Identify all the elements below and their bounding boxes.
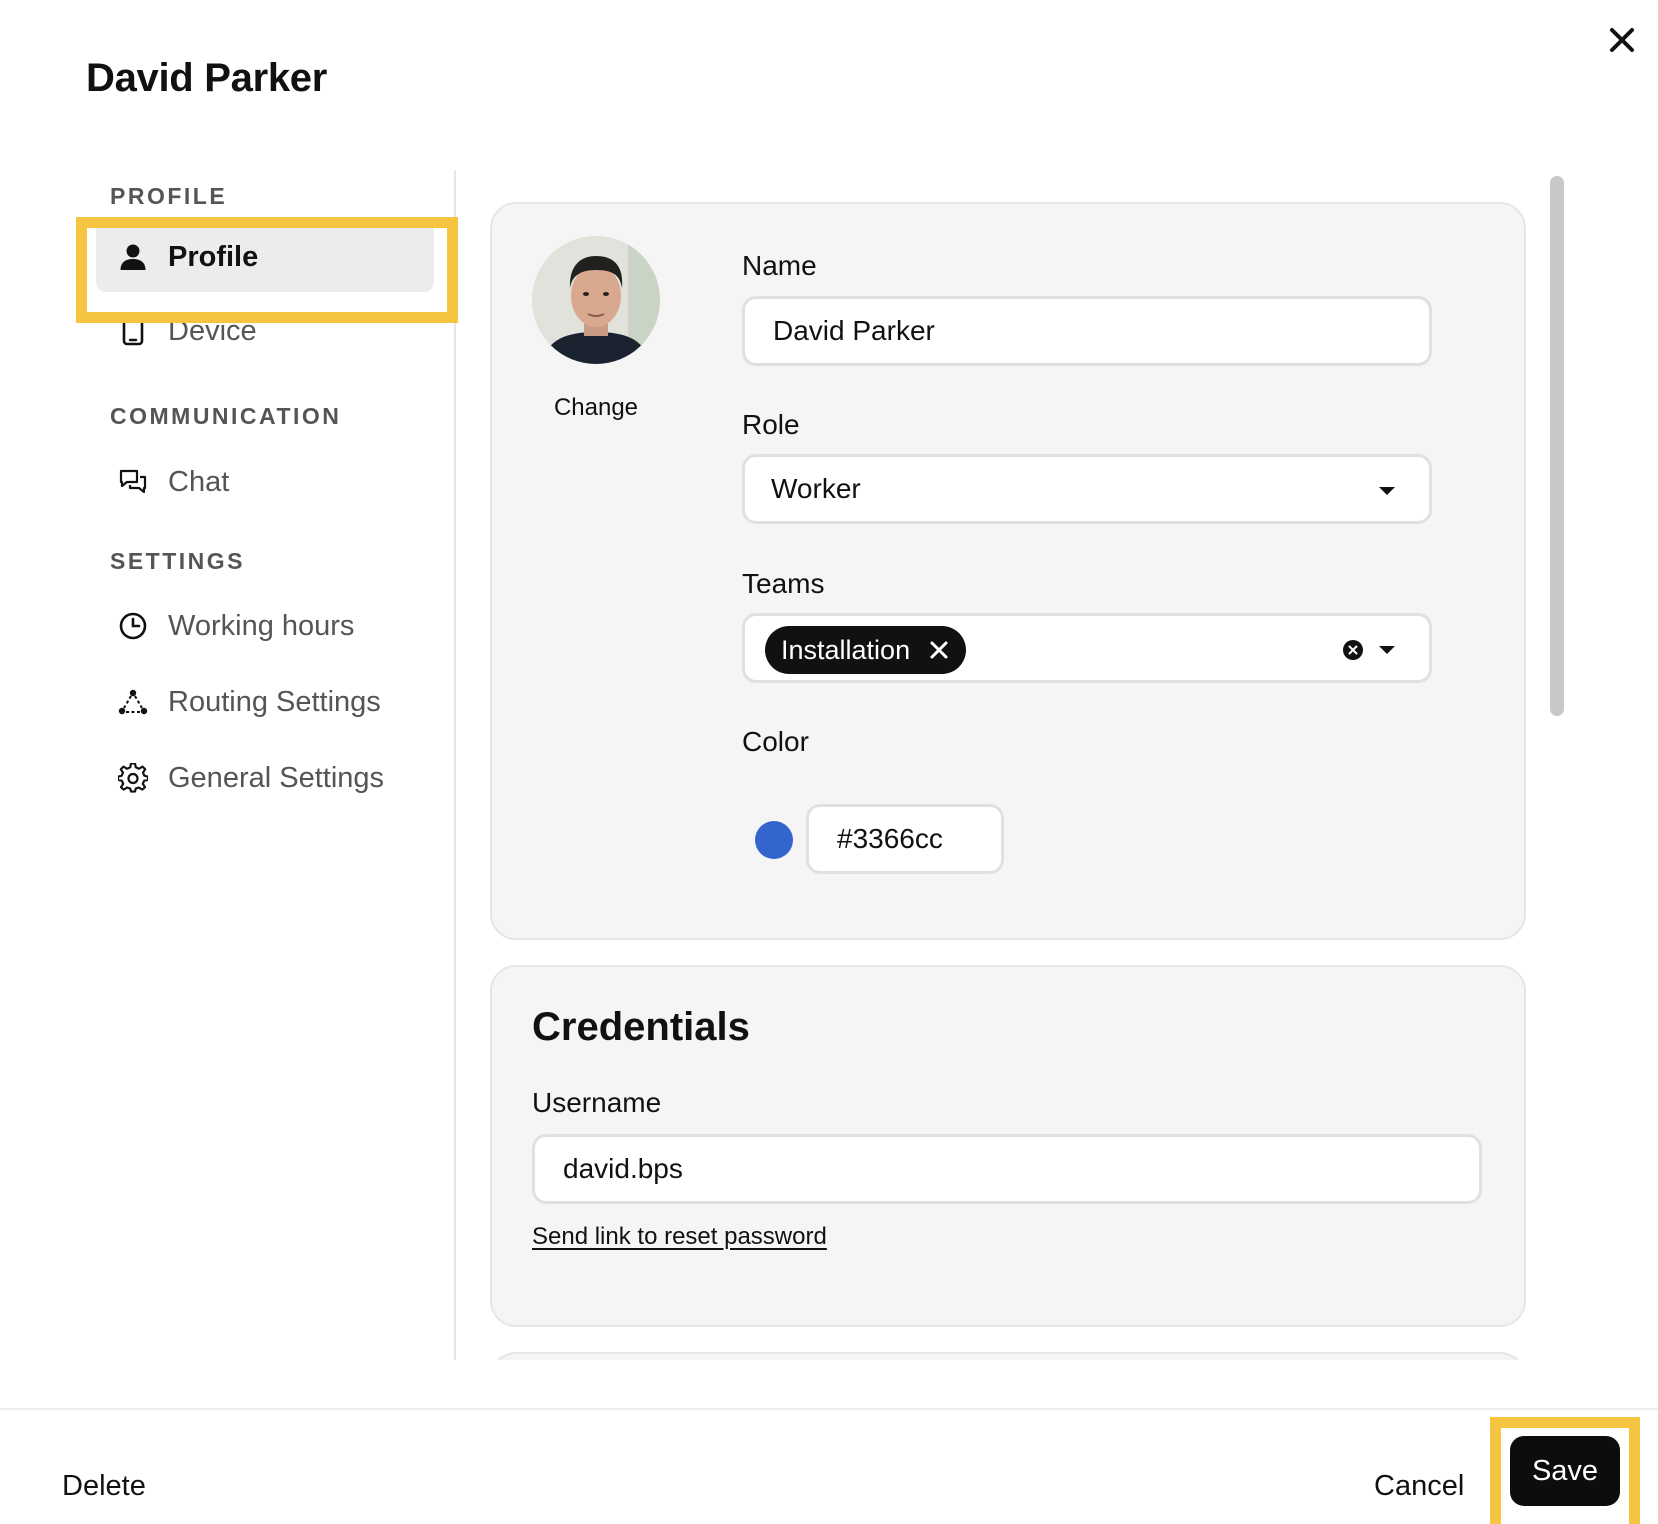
modal-title: David Parker (86, 56, 327, 100)
phone-icon (118, 316, 148, 346)
color-hex-input[interactable] (806, 804, 1004, 874)
content-clip (470, 1360, 1550, 1400)
name-label: Name (742, 250, 817, 281)
color-label: Color (742, 726, 809, 757)
credentials-card: Credentials Username Send link to reset … (490, 965, 1526, 1327)
sidebar-item-routing-settings[interactable]: Routing Settings (96, 667, 434, 737)
section-heading-settings: SETTINGS (110, 548, 246, 574)
change-avatar-link[interactable]: Change (522, 394, 670, 422)
sidebar-item-device[interactable]: Device (96, 296, 434, 366)
teams-label: Teams (742, 568, 825, 599)
clock-icon (118, 611, 148, 641)
sidebar-item-label: Profile (168, 240, 259, 273)
role-select-value: Worker (771, 473, 861, 504)
sidebar-item-chat[interactable]: Chat (96, 447, 434, 517)
avatar[interactable] (532, 236, 660, 364)
gear-icon (118, 763, 148, 793)
profile-card: Change Name Role Worker Teams Installati… (490, 202, 1526, 940)
content-scrollbar[interactable] (1550, 176, 1564, 716)
section-heading-profile: PROFILE (110, 183, 228, 209)
teams-multiselect[interactable]: Installation (742, 613, 1432, 683)
color-swatch[interactable] (755, 821, 793, 859)
credentials-title: Credentials (532, 1005, 750, 1049)
chevron-down-icon (1379, 487, 1395, 495)
avatar-portrait (532, 236, 660, 364)
role-label: Role (742, 409, 800, 440)
person-icon (118, 242, 148, 272)
sidebar-item-working-hours[interactable]: Working hours (96, 591, 434, 661)
name-input[interactable] (742, 296, 1432, 366)
chat-bubbles-icon (118, 467, 148, 497)
close-button[interactable] (1600, 18, 1644, 62)
sidebar-item-label: Working hours (168, 609, 355, 642)
sidebar-item-label: General Settings (168, 761, 385, 794)
reset-password-link[interactable]: Send link to reset password (532, 1223, 827, 1251)
team-chip-installation: Installation (765, 626, 967, 674)
routing-nodes-icon (118, 687, 148, 717)
sidebar-item-profile[interactable]: Profile (96, 222, 434, 292)
sidebar-item-label: Routing Settings (168, 685, 381, 718)
username-input[interactable] (532, 1134, 1482, 1204)
username-label: Username (532, 1087, 662, 1118)
remove-chip-icon[interactable] (928, 639, 950, 661)
clear-selection-icon[interactable] (1343, 640, 1363, 660)
role-select[interactable]: Worker (742, 454, 1432, 524)
sidebar-item-label: Chat (168, 465, 230, 498)
sidebar-item-label: Device (168, 314, 257, 347)
cancel-button[interactable]: Cancel (1374, 1470, 1464, 1503)
save-button[interactable]: Save (1510, 1436, 1620, 1506)
delete-button[interactable]: Delete (62, 1470, 146, 1503)
sidebar-item-general-settings[interactable]: General Settings (96, 743, 434, 813)
team-chip-label: Installation (781, 634, 911, 665)
modal-footer: Delete Cancel (0, 1408, 1658, 1524)
chevron-down-icon (1379, 646, 1395, 654)
section-heading-communication: COMMUNICATION (110, 403, 342, 429)
close-icon (1610, 28, 1634, 52)
